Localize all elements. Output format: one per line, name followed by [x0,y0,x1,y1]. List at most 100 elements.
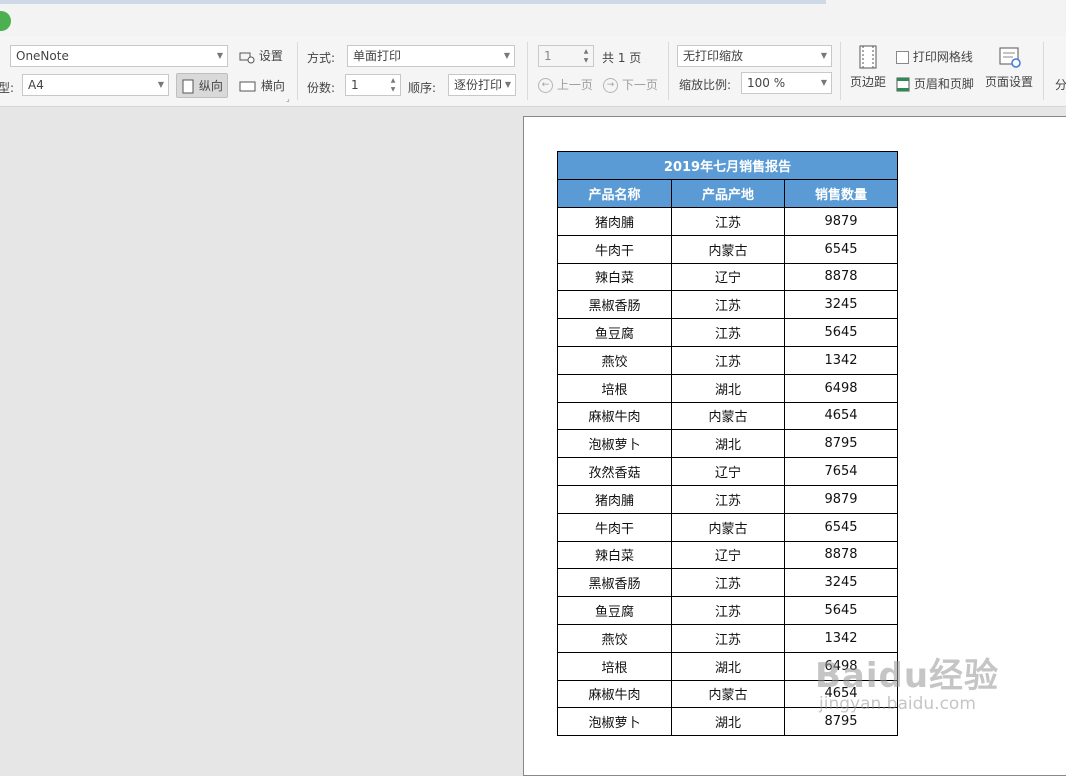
report-title-row: 2019年七月销售报告 [557,151,898,180]
table-row: 牛肉干 内蒙古 6545 [557,234,898,264]
watermark-brand: Baidu经验 [815,656,1000,696]
chevron-down-icon: ▼ [216,51,223,60]
report-title: 2019年七月销售报告 [557,151,898,180]
table-row: 猪肉脯 江苏 9879 [557,484,898,514]
cell-sales-quantity: 3245 [784,290,898,320]
split-label[interactable]: 分 [1055,76,1066,93]
cell-product-origin: 内蒙古 [671,401,785,431]
print-mode-select[interactable]: 单面打印 ▼ [347,45,515,67]
cell-product-origin: 江苏 [671,207,785,236]
paper-size-select[interactable]: A4 ▼ [22,74,169,96]
watermark-url: jingyan.baidu.com [819,694,976,714]
table-row: 猪肉脯 江苏 9879 [557,207,898,236]
cell-product-origin: 辽宁 [671,457,785,486]
table-row: 鱼豆腐 江苏 5645 [557,596,898,625]
print-preview-toolbar: OneNote ▼ 设置 型: A4 ▼ 纵向 横向 ⌟ 方式: 单面打印 ▼ … [0,36,1066,107]
settings-label: 设置 [258,49,283,63]
cell-product-origin: 内蒙古 [671,512,785,542]
cell-sales-quantity: 4654 [784,401,898,431]
print-gridlines-checkbox[interactable]: 打印网格线 [896,48,973,65]
print-order-select[interactable]: 逐份打印 ▼ [448,74,516,96]
cell-product-name: 燕饺 [557,623,672,653]
cell-product-origin: 内蒙古 [671,679,785,709]
cell-product-origin: 湖北 [671,707,785,737]
cell-sales-quantity: 1342 [784,345,898,375]
cell-sales-quantity: 3245 [784,568,898,598]
cell-product-origin: 湖北 [671,373,785,403]
zoom-select[interactable]: 100 % ▼ [741,72,832,94]
chevron-down-icon: ▼ [157,80,164,89]
page-setup-label: 页面设置 [984,75,1033,89]
table-row: 鱼豆腐 江苏 5645 [557,318,898,347]
chevron-down-icon: ▼ [820,78,827,87]
page-setup-button[interactable]: 页面设置 [984,46,1034,90]
cell-product-origin: 江苏 [671,318,785,347]
previous-page-button[interactable]: ← 上一页 [538,76,593,93]
spinner-arrows-icon[interactable]: ▲ ▼ [387,76,399,94]
group-launcher-icon[interactable]: ⌟ [286,94,290,103]
page-number-input[interactable]: 1 ▲ ▼ [538,45,594,67]
table-row: 辣白菜 辽宁 8878 [557,262,898,292]
zoom-value: 100 % [747,76,786,90]
cell-product-name: 黑椒香肠 [557,290,672,320]
cell-product-name: 辣白菜 [557,262,672,292]
chevron-down-icon: ▼ [503,51,510,60]
separator [297,42,298,100]
portrait-button[interactable]: 纵向 [176,73,228,98]
cell-product-name: 鱼豆腐 [557,318,672,347]
cell-product-origin: 内蒙古 [671,234,785,264]
cell-sales-quantity: 9879 [784,207,898,236]
cell-product-name: 燕饺 [557,345,672,375]
next-page-button[interactable]: → 下一页 [603,76,658,93]
cell-product-name: 泡椒萝卜 [557,429,672,459]
cell-product-origin: 辽宁 [671,540,785,570]
copies-stepper[interactable]: 1 ▲ ▼ [345,74,401,96]
cell-product-name: 培根 [557,651,672,681]
cell-product-name: 猪肉脯 [557,207,672,236]
cell-product-origin: 江苏 [671,484,785,514]
margins-label: 页边距 [849,75,886,89]
table-row: 麻椒牛肉 内蒙古 4654 [557,401,898,431]
portrait-icon [182,79,194,94]
header-product-name: 产品名称 [557,179,672,208]
scaling-mode-value: 无打印缩放 [683,49,744,63]
landscape-label: 横向 [260,79,285,93]
cell-sales-quantity: 7654 [784,457,898,486]
cell-product-name: 辣白菜 [557,540,672,570]
printer-settings-button[interactable]: 设置 [239,47,283,64]
tab-bar-edge [0,0,826,4]
header-sales-quantity: 销售数量 [784,179,898,208]
print-mode-value: 单面打印 [353,49,402,63]
paper-size-value: A4 [28,78,44,92]
spinner-arrows-icon[interactable]: ▲ ▼ [580,47,592,65]
cell-product-origin: 湖北 [671,429,785,459]
landscape-icon [239,81,256,92]
chevron-down-icon: ▼ [504,80,511,89]
header-footer-label: 页眉和页脚 [913,77,974,91]
arrow-right-circle-icon: → [603,78,618,93]
printer-value: OneNote [16,49,69,63]
table-row: 燕饺 江苏 1342 [557,345,898,375]
cell-sales-quantity: 8878 [784,540,898,570]
cell-sales-quantity: 5645 [784,596,898,625]
page-number-value: 1 [544,49,552,63]
cell-product-origin: 湖北 [671,651,785,681]
cell-product-origin: 江苏 [671,290,785,320]
header-footer-button[interactable]: 页眉和页脚 [896,75,974,92]
scaling-mode-select[interactable]: 无打印缩放 ▼ [677,45,832,67]
cell-sales-quantity: 8795 [784,429,898,459]
cell-sales-quantity: 6498 [784,373,898,403]
table-row: 孜然香菇 辽宁 7654 [557,457,898,486]
printer-settings-icon [239,52,255,63]
printer-select[interactable]: OneNote ▼ [10,45,228,67]
cell-product-origin: 江苏 [671,345,785,375]
separator [840,42,841,100]
cell-product-origin: 江苏 [671,596,785,625]
chevron-down-icon: ▼ [820,51,827,60]
cell-sales-quantity: 6545 [784,234,898,264]
print-gridlines-label: 打印网格线 [912,50,973,64]
page-setup-icon [999,47,1021,68]
cell-sales-quantity: 9879 [784,484,898,514]
margins-button[interactable]: 页边距 [849,44,887,90]
landscape-button[interactable]: 横向 [239,77,285,94]
